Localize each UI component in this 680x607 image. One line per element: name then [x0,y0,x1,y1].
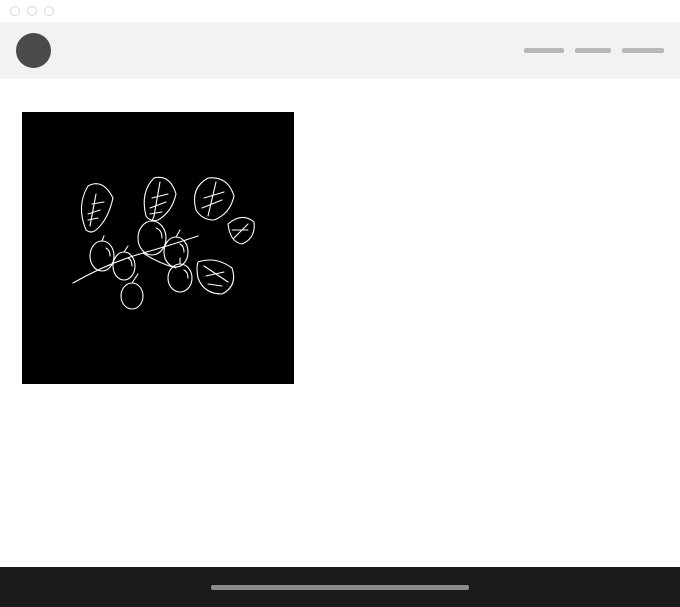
close-icon[interactable] [10,6,20,16]
minimize-icon[interactable] [27,6,37,16]
avatar[interactable] [16,33,51,68]
maximize-icon[interactable] [44,6,54,16]
nav-link-1[interactable] [524,48,564,53]
footer [0,567,680,607]
window-titlebar [0,0,680,22]
main-content [0,79,680,417]
image-card[interactable] [22,112,294,384]
nav-link-2[interactable] [575,48,611,53]
footer-text [211,585,469,590]
nav-link-3[interactable] [622,48,664,53]
header [0,22,680,79]
nav [524,48,664,53]
botanical-branch-icon [58,168,258,328]
